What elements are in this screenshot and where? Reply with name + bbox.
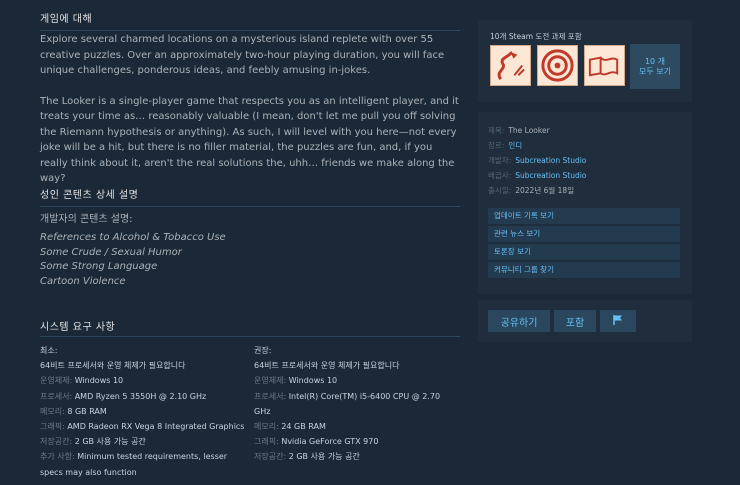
- view-related-news-button[interactable]: 관련 뉴스 보기: [488, 226, 680, 242]
- mature-item: Some Crude / Sexual Humor: [40, 246, 182, 258]
- sysreq-min-ram: 메모리: 8 GB RAM: [40, 406, 107, 416]
- about-description: Explore several charmed locations on a m…: [40, 32, 460, 202]
- find-community-groups-button[interactable]: 커뮤니티 그룹 찾기: [488, 262, 680, 278]
- flag-icon: [612, 314, 624, 329]
- sysreq-recommended: 권장: 64비트 프로세서와 운영 체제가 필요합니다 운영체제: Window…: [254, 343, 459, 465]
- sysreq-rec-os: 운영체제: Windows 10: [254, 376, 338, 386]
- game-info-panel: 제목: The Looker 장르: 인디 개발자: Subcreation Stud…: [478, 112, 692, 294]
- share-panel: 공유하기 포함: [478, 300, 692, 342]
- report-button[interactable]: [600, 310, 636, 332]
- sysreq-rec-cpu: 프로세서: Intel(R) Core(TM) i5-6400 CPU @ 2.…: [254, 391, 441, 416]
- publisher-link[interactable]: Subcreation Studio: [515, 171, 586, 180]
- about-title: 게임에 대해: [40, 10, 460, 31]
- mature-item: Cartoon Violence: [40, 275, 126, 287]
- mature-content-title: 성인 콘텐츠 상세 설명: [40, 186, 460, 207]
- sysreq-rec-note: 64비트 프로세서와 운영 체제가 필요합니다: [254, 361, 400, 371]
- sysreq-min-notes: 추가 사항: Minimum tested requirements, less…: [40, 452, 228, 477]
- developer-link[interactable]: Subcreation Studio: [515, 156, 586, 165]
- view-all-count: 10 개: [644, 56, 666, 66]
- sysreq-min-gpu: 그래픽: AMD Radeon RX Vega 8 Integrated Gra…: [40, 422, 245, 432]
- sysreq-min-cpu: 프로세서: AMD Ryzen 5 3550H @ 2.10 GHz: [40, 391, 207, 401]
- sysreq-rec-ram: 메모리: 24 GB RAM: [254, 422, 326, 432]
- sysreq-title: 시스템 요구 사항: [40, 322, 116, 333]
- view-update-history-button[interactable]: 업데이트 기록 보기: [488, 208, 680, 224]
- sysreq-minimum: 최소: 64비트 프로세서와 운영 체제가 필요합니다 운영체제: Window…: [40, 343, 245, 480]
- sysreq-rec-gpu: 그래픽: Nvidia GeForce GTX 970: [254, 437, 379, 447]
- mature-item: References to Alcohol & Tobacco Use: [40, 232, 226, 243]
- info-publisher-row: 배급사: Subcreation Studio: [488, 171, 587, 180]
- info-developer-row: 개발자: Subcreation Studio: [488, 156, 587, 165]
- sysreq-min-heading: 최소:: [40, 346, 58, 355]
- about-paragraph-2: The Looker is a single-player game that …: [40, 95, 459, 185]
- info-genre-row: 장르: 인디: [488, 141, 523, 150]
- snake-icon[interactable]: [490, 45, 531, 86]
- genre-link[interactable]: 인디: [508, 141, 522, 150]
- share-button[interactable]: 공유하기: [488, 310, 550, 332]
- achievements-panel: 10개 Steam 도전 과제 포함 10 개 모두 보기: [478, 20, 692, 102]
- map-icon[interactable]: [584, 45, 625, 86]
- sysreq-divider: [40, 336, 460, 337]
- sysreq-min-storage: 저장공간: 2 GB 사용 가능 공간: [40, 437, 146, 447]
- target-icon[interactable]: [537, 45, 578, 86]
- sysreq-rec-storage: 저장공간: 2 GB 사용 가능 공간: [254, 452, 360, 462]
- info-title-row: 제목: The Looker: [488, 126, 550, 135]
- sysreq-rec-heading: 권장:: [254, 346, 272, 355]
- embed-button[interactable]: 포함: [554, 310, 596, 332]
- mature-content-intro: 개발자의 콘텐츠 설명:: [40, 214, 133, 225]
- view-discussions-button[interactable]: 토론장 보기: [488, 244, 680, 260]
- sysreq-min-os: 운영체제: Windows 10: [40, 376, 124, 386]
- mature-content-list: References to Alcohol & Tobacco Use Some…: [40, 231, 226, 289]
- view-all-achievements-button[interactable]: 10 개 모두 보기: [630, 44, 680, 89]
- achievements-title[interactable]: 10개 Steam 도전 과제 포함: [490, 31, 582, 42]
- mature-item: Some Strong Language: [40, 261, 158, 273]
- view-all-label: 모두 보기: [639, 66, 671, 76]
- sysreq-min-note: 64비트 프로세서와 운영 체제가 필요합니다: [40, 361, 186, 371]
- about-paragraph-1: Explore several charmed locations on a m…: [40, 34, 445, 76]
- info-release-row: 출시일: 2022년 6월 18일: [488, 186, 575, 195]
